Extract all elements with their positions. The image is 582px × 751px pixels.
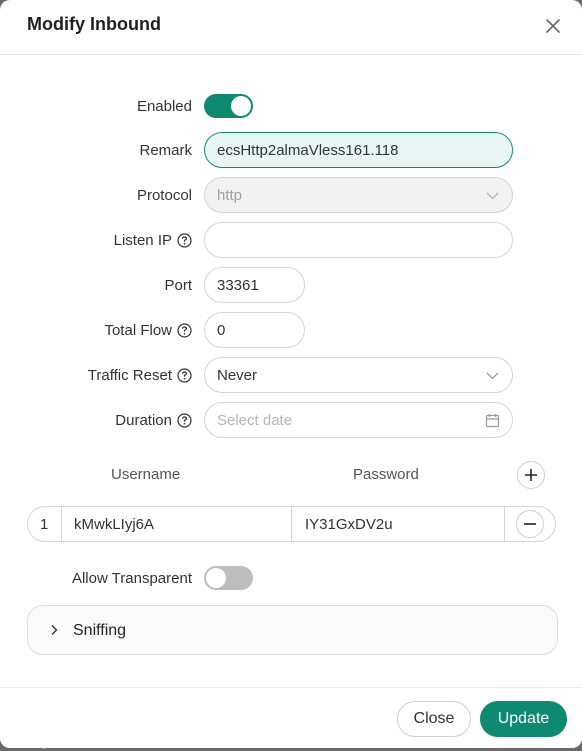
add-account-button[interactable] <box>517 461 545 489</box>
password-header: Password <box>353 466 419 483</box>
minus-icon <box>524 523 536 525</box>
duration-date-picker[interactable]: Select date <box>204 402 513 438</box>
enabled-label: Enabled <box>137 88 192 124</box>
allow-transparent-label: Allow Transparent <box>72 560 192 596</box>
remark-label-text: Remark <box>139 141 192 159</box>
remark-value: ecsHttp2almaVless161.118 <box>217 141 399 159</box>
watermark-text: we i youn <box>2 730 83 749</box>
dialog-header: Modify Inbound <box>0 0 582 55</box>
port-input[interactable]: 33361 <box>204 267 305 303</box>
remark-row: Remark ecsHttp2almaVless161.118 <box>0 132 582 168</box>
question-circle-icon[interactable] <box>177 367 192 383</box>
enabled-switch[interactable] <box>204 94 253 118</box>
port-label-text: Port <box>164 276 192 294</box>
traffic-reset-label: Traffic Reset <box>88 357 192 393</box>
account-row: 1 kMwkLIyj6A IY31GxDV2u <box>27 506 556 542</box>
username-header: Username <box>111 466 181 483</box>
traffic-reset-value: Never <box>217 366 258 384</box>
protocol-row: Protocol http <box>0 177 582 213</box>
protocol-label-text: Protocol <box>136 186 192 204</box>
total-flow-input[interactable]: 0 <box>204 312 305 348</box>
duration-label: Duration <box>115 402 192 438</box>
cell-divider <box>61 507 62 541</box>
cell-divider <box>291 507 292 541</box>
remove-account-button[interactable] <box>516 510 544 538</box>
chevron-down-icon <box>486 372 499 380</box>
calendar-icon <box>485 414 500 428</box>
account-index: 1 <box>40 515 49 533</box>
duration-placeholder: Select date <box>217 411 293 429</box>
modify-inbound-dialog: Modify Inbound Enabled Remark ecsHttp2al… <box>0 0 582 748</box>
traffic-reset-row: Traffic Reset Never <box>0 357 582 393</box>
switch-knob <box>206 568 226 588</box>
listen-ip-label-text: Listen IP <box>113 231 172 249</box>
total-flow-value: 0 <box>217 321 226 339</box>
switch-knob <box>231 96 251 116</box>
duration-row: Duration Select date <box>0 402 582 438</box>
traffic-reset-select[interactable]: Never <box>204 357 513 393</box>
listen-ip-label: Listen IP <box>114 222 192 258</box>
enabled-row: Enabled <box>0 88 582 124</box>
update-button[interactable]: Update <box>480 701 567 737</box>
protocol-value: http <box>217 186 243 204</box>
traffic-reset-label-text: Traffic Reset <box>87 366 172 384</box>
total-flow-label-text: Total Flow <box>104 321 172 339</box>
total-flow-label: Total Flow <box>104 312 192 348</box>
allow-transparent-label-text: Allow Transparent <box>71 569 192 587</box>
port-value: 33361 <box>217 276 259 294</box>
close-button[interactable]: Close <box>397 701 471 737</box>
sniffing-label: Sniffing <box>73 622 127 639</box>
remark-label: Remark <box>139 132 192 168</box>
dialog-title: Modify Inbound <box>27 14 161 34</box>
chevron-right-icon <box>51 625 58 635</box>
listen-ip-row: Listen IP <box>0 222 582 258</box>
chevron-down-icon <box>486 192 499 200</box>
question-circle-icon[interactable] <box>177 232 192 248</box>
port-label: Port <box>164 267 192 303</box>
protocol-label: Protocol <box>137 177 192 213</box>
sniffing-collapse[interactable]: Sniffing <box>27 605 558 655</box>
enabled-label-text: Enabled <box>136 97 192 115</box>
protocol-select[interactable]: http <box>204 177 513 213</box>
duration-label-text: Duration <box>115 411 172 429</box>
port-row: Port 33361 <box>0 267 582 303</box>
question-circle-icon[interactable] <box>177 322 192 338</box>
plus-icon <box>525 469 537 481</box>
close-icon[interactable] <box>542 15 564 37</box>
remark-input[interactable]: ecsHttp2almaVless161.118 <box>204 132 513 168</box>
listen-ip-input[interactable] <box>204 222 513 258</box>
question-circle-icon[interactable] <box>177 412 192 428</box>
account-username-input[interactable]: kMwkLIyj6A <box>74 507 291 541</box>
allow-transparent-row: Allow Transparent <box>0 560 582 596</box>
cell-divider <box>504 507 505 541</box>
dialog-footer: Close Update <box>0 687 582 748</box>
account-password-input[interactable]: IY31GxDV2u <box>305 507 503 541</box>
allow-transparent-switch[interactable] <box>204 566 253 590</box>
total-flow-row: Total Flow 0 <box>0 312 582 348</box>
